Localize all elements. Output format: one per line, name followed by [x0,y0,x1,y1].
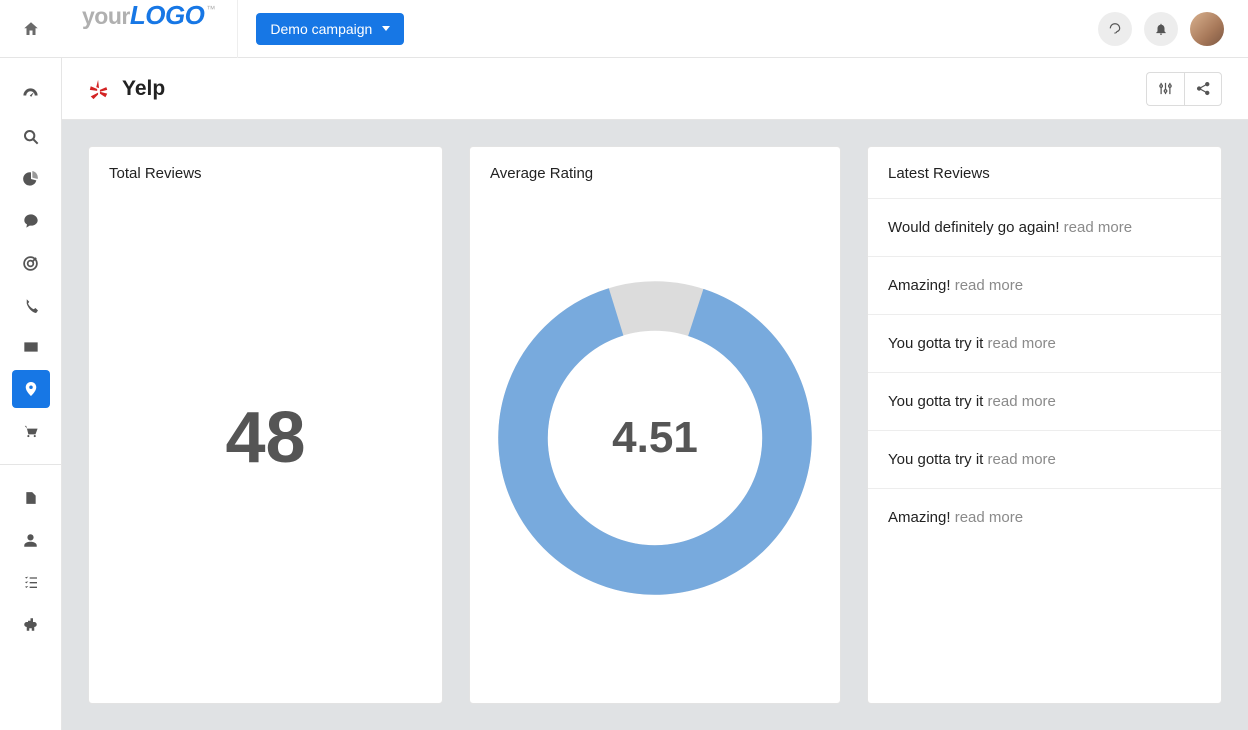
total-reviews-title: Total Reviews [109,165,422,182]
page: Yelp Total Reviews 48 Average Rating 4.5… [62,58,1248,730]
logo[interactable]: your LOGO ™ [62,0,238,58]
read-more-link[interactable]: read more [988,335,1056,352]
logo-main: LOGO [130,0,205,31]
header-right [1098,12,1248,46]
chevron-down-icon [382,26,390,31]
help-button[interactable] [1098,12,1132,46]
read-more-link[interactable]: read more [988,393,1056,410]
review-text: You gotta try it [888,451,988,468]
total-reviews-card: Total Reviews 48 [88,146,443,704]
review-row[interactable]: You gotta try it read more [868,314,1221,372]
review-text: Amazing! [888,277,955,294]
sidebar-item-comments[interactable] [12,202,50,240]
read-more-link[interactable]: read more [1064,219,1132,236]
sidebar-item-calls[interactable] [12,286,50,324]
page-header: Yelp [62,58,1248,120]
average-rating-title: Average Rating [490,165,820,182]
review-row[interactable]: Would definitely go again! read more [868,198,1221,256]
sidebar-divider [0,464,62,465]
review-text: Amazing! [888,509,955,526]
latest-reviews-card: Latest Reviews Would definitely go again… [867,146,1222,704]
review-text: You gotta try it [888,335,988,352]
content: Total Reviews 48 Average Rating 4.51 Lat… [62,120,1248,730]
logo-tm: ™ [206,4,215,14]
sidebar-item-location[interactable] [12,370,50,408]
total-reviews-value: 48 [109,190,422,685]
sidebar-item-tasks[interactable] [12,563,50,601]
review-text: You gotta try it [888,393,988,410]
page-title: Yelp [122,77,165,101]
home-icon[interactable] [0,20,62,38]
share-button[interactable] [1184,72,1222,106]
sidebar-item-target[interactable] [12,244,50,282]
sidebar [0,58,62,730]
review-row[interactable]: Amazing! read more [868,488,1221,546]
page-actions [1146,72,1222,106]
read-more-link[interactable]: read more [955,509,1023,526]
notifications-button[interactable] [1144,12,1178,46]
avatar[interactable] [1190,12,1224,46]
average-rating-card: Average Rating 4.51 [469,146,841,704]
rating-donut: 4.51 [490,190,820,685]
campaign-label: Demo campaign [270,21,372,37]
settings-button[interactable] [1146,72,1184,106]
yelp-icon [88,78,110,100]
review-row[interactable]: You gotta try it read more [868,430,1221,488]
read-more-link[interactable]: read more [955,277,1023,294]
review-text: Would definitely go again! [888,219,1064,236]
sidebar-item-file[interactable] [12,479,50,517]
sidebar-item-search[interactable] [12,118,50,156]
sidebar-item-user[interactable] [12,521,50,559]
campaign-selector[interactable]: Demo campaign [256,13,404,45]
sidebar-item-mail[interactable] [12,328,50,366]
sidebar-item-dashboard[interactable] [12,76,50,114]
latest-reviews-title: Latest Reviews [868,165,1221,182]
sidebar-item-reports[interactable] [12,160,50,198]
reviews-list[interactable]: Would definitely go again! read moreAmaz… [868,198,1221,703]
sidebar-item-cart[interactable] [12,412,50,450]
rating-value: 4.51 [612,413,698,463]
logo-prefix: your [82,3,130,30]
review-row[interactable]: Amazing! read more [868,256,1221,314]
review-row[interactable]: You gotta try it read more [868,372,1221,430]
sidebar-item-plugin[interactable] [12,605,50,643]
app-header: your LOGO ™ Demo campaign [0,0,1248,58]
read-more-link[interactable]: read more [988,451,1056,468]
